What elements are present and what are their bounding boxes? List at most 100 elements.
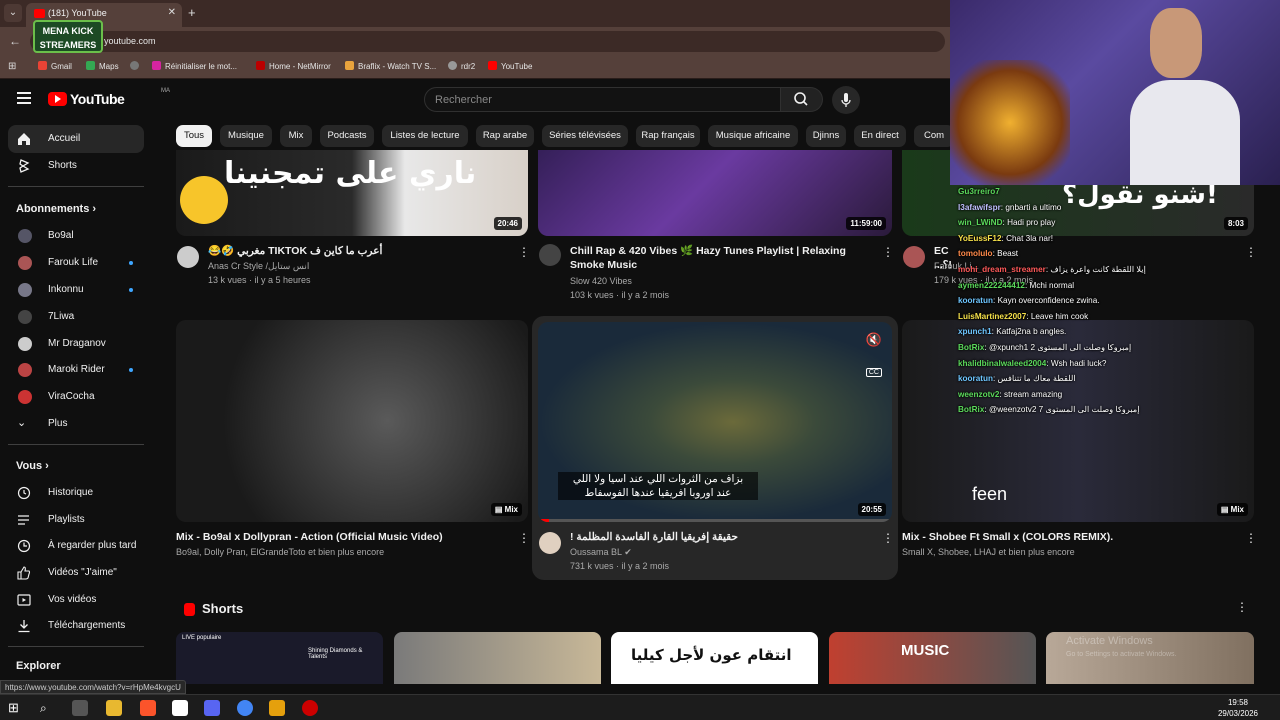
avatar[interactable] (177, 246, 199, 268)
more-options-icon[interactable]: ⋮ (1245, 245, 1257, 259)
more-options-icon[interactable]: ⋮ (1245, 531, 1257, 545)
bookmark-maps[interactable]: Maps (86, 61, 119, 71)
short-card[interactable]: LIVE populaire Shining Diamonds & Talent… (176, 632, 383, 684)
apps-grid-icon[interactable]: ⊞ (8, 61, 16, 72)
chip-french-rap[interactable]: Rap français (636, 125, 700, 147)
sidebar-item-shorts[interactable]: Shorts (8, 152, 144, 180)
avatar[interactable] (903, 246, 925, 268)
discord-icon[interactable] (204, 700, 220, 716)
sidebar-item-playlists[interactable]: Playlists (8, 506, 144, 534)
home-icon (18, 133, 30, 145)
chip-djinns[interactable]: Djinns (806, 125, 846, 147)
chip-all[interactable]: Tous (176, 125, 212, 147)
bookmark-instagram[interactable]: Réinitialiser le mot... (152, 61, 237, 71)
more-options-icon[interactable]: ⋮ (518, 531, 530, 545)
bookmark-reset-password[interactable] (130, 61, 143, 71)
chrome-icon[interactable] (237, 700, 253, 716)
short-card[interactable]: انتقام عون لأجل كيليا (611, 632, 818, 684)
bookmark-braflix[interactable]: Braflix - Watch TV S... (345, 61, 436, 71)
captions-icon[interactable]: CC (865, 368, 882, 377)
search-button[interactable] (781, 87, 823, 112)
sidebar-item-liked-videos[interactable]: Vidéos "J'aime" (8, 559, 144, 587)
sidebar-item-viracocha[interactable]: ViraCocha (8, 383, 144, 411)
more-options-icon[interactable]: ⋮ (1236, 600, 1248, 614)
short-card[interactable] (394, 632, 601, 684)
brave-browser-icon[interactable] (140, 700, 156, 716)
mute-icon[interactable]: 🔇 (866, 332, 882, 348)
sidebar-item-home[interactable]: Accueil (8, 125, 144, 153)
sidebar-item-more[interactable]: ⌄ Plus (8, 410, 144, 438)
menu-icon[interactable] (17, 92, 31, 104)
channel-name[interactable]: Anas Cr Style /انس ستايل (208, 259, 309, 273)
obs-icon[interactable] (302, 700, 318, 716)
video-title[interactable]: أعرب ما كاين ف TIKTOK مغربي 🤣😂 (208, 244, 508, 258)
sidebar-item-downloads[interactable]: Téléchargements (8, 612, 144, 640)
chip-playlists[interactable]: Listes de lecture (382, 125, 468, 147)
chip-more[interactable]: Com (914, 125, 950, 147)
chip-arabic-rap[interactable]: Rap arabe (476, 125, 534, 147)
sidebar-item-inkonnu[interactable]: Inkonnu (8, 276, 144, 304)
task-view-icon[interactable] (72, 700, 88, 716)
windows-start-icon[interactable]: ⊞ (8, 700, 24, 716)
search-icon[interactable]: ⌕ (40, 700, 56, 716)
chip-african-music[interactable]: Musique africaine (708, 125, 798, 147)
chat-text: stream amazing (1003, 389, 1063, 399)
sidebar-item-bo9al[interactable]: Bo9al (8, 222, 144, 250)
video-duration: 20:46 (493, 217, 522, 230)
bookmark-netmirror[interactable]: Home - NetMirror (256, 61, 331, 71)
omnibox[interactable]: youtube.com (30, 31, 945, 52)
chat-username: khalidbinalwaleed2004 (958, 358, 1047, 368)
chip-podcasts[interactable]: Podcasts (320, 125, 374, 147)
video-thumbnail[interactable]: ▤ Mix (176, 320, 528, 522)
chip-mix[interactable]: Mix (280, 125, 312, 147)
short-card[interactable]: MUSIC (829, 632, 1036, 684)
sidebar-item-farouk-life[interactable]: Farouk Life (8, 249, 144, 277)
video-thumbnail[interactable]: 11:59:00 (538, 150, 892, 236)
more-options-icon[interactable]: ⋮ (518, 245, 530, 259)
app-icon[interactable] (172, 700, 188, 716)
channel-name[interactable]: Slow 420 Vibes (570, 274, 632, 288)
video-duration: 8:03 (1223, 217, 1248, 230)
video-thumbnail[interactable]: ناري على تمجنينا 20:46 (176, 150, 528, 236)
avatar[interactable] (539, 532, 561, 554)
new-tab-button[interactable]: + (188, 5, 196, 20)
taskbar-clock[interactable]: 19:58 29/03/2026 (1218, 697, 1258, 719)
you-heading[interactable]: Vous › (16, 460, 49, 472)
sidebar-item-history[interactable]: Historique (8, 479, 144, 507)
sidebar-item-7liwa[interactable]: 7Liwa (8, 303, 144, 331)
chat-text: Leave him cook (1030, 311, 1089, 321)
avatar (18, 229, 32, 243)
avatar[interactable] (539, 244, 561, 266)
video-preview[interactable]: 🔇 CC بزاف من الثروات اللي عند اسيا ولا ا… (538, 322, 892, 522)
voice-search-button[interactable] (832, 86, 860, 114)
bookmark-rdr2[interactable]: rdr2 (448, 61, 475, 71)
video-title[interactable]: Mix - Shobee Ft Small x (COLORS REMIX). (902, 530, 1242, 544)
sidebar-item-watch-later[interactable]: À regarder plus tard (8, 532, 144, 560)
status-bar-url: https://www.youtube.com/watch?v=rHpMe4kv… (0, 680, 186, 694)
sidebar-item-your-videos[interactable]: Vos vidéos (8, 586, 144, 614)
more-options-icon[interactable]: ⋮ (882, 531, 894, 545)
subscriptions-heading[interactable]: Abonnements › (16, 203, 96, 215)
chat-message: xpunch1: Katfaj2na b angles. (958, 327, 1067, 337)
video-title[interactable]: Chill Rap & 420 Vibes 🌿 Hazy Tunes Playl… (570, 244, 876, 272)
chip-live[interactable]: En direct (854, 125, 906, 147)
preview-progress-bar (538, 519, 892, 522)
more-options-icon[interactable]: ⋮ (882, 245, 894, 259)
video-title[interactable]: Mix - Bo9al x Dollypran - Action (Offici… (176, 530, 516, 544)
video-stats: 13 k vues · il y a 5 heures (208, 275, 311, 285)
back-arrow-icon[interactable]: ← (9, 34, 21, 48)
file-explorer-icon[interactable] (106, 700, 122, 716)
close-icon[interactable]: ✕ (168, 7, 176, 18)
channel-name[interactable]: Oussama BL ✔ (570, 545, 632, 559)
sidebar-item-mr-draganov[interactable]: Mr Draganov (8, 330, 144, 358)
tab-search-button[interactable]: ⌄ (4, 4, 22, 22)
bookmark-gmail[interactable]: Gmail (38, 61, 72, 71)
rockstar-launcher-icon[interactable] (269, 700, 285, 716)
video-title[interactable]: حقيقة إفريقيا القارة الفاسدة المظلمة ! (570, 530, 870, 544)
avatar (18, 390, 32, 404)
search-input[interactable] (435, 88, 765, 111)
sidebar-item-maroki-rider[interactable]: Maroki Rider (8, 356, 144, 384)
bookmark-youtube[interactable]: YouTube (488, 61, 532, 71)
chip-music[interactable]: Musique (220, 125, 272, 147)
chip-tv-series[interactable]: Séries télévisées (542, 125, 628, 147)
